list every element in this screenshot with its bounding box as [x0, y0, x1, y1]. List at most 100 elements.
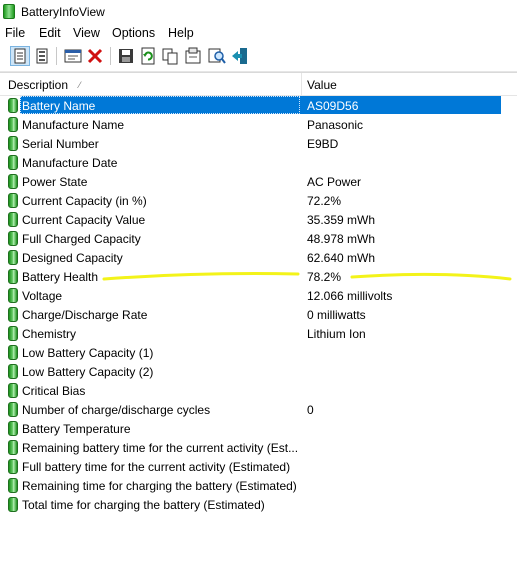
battery-icon	[8, 136, 18, 151]
menu-help[interactable]: Help	[168, 26, 194, 40]
list-row[interactable]: Serial Number E9BD	[0, 134, 517, 153]
row-description: Low Battery Capacity (2)	[22, 365, 154, 379]
row-description: Critical Bias	[22, 384, 86, 398]
list-row[interactable]: Manufacture Date	[0, 153, 517, 172]
battery-icon	[8, 212, 18, 227]
row-description: Charge/Discharge Rate	[22, 308, 148, 322]
list-row[interactable]: Voltage 12.066 millivolts	[0, 286, 517, 305]
list-row[interactable]: Power State AC Power	[0, 172, 517, 191]
refresh-icon	[141, 47, 155, 65]
toolbar-separator	[110, 47, 111, 65]
options-icon	[185, 47, 201, 64]
list-row[interactable]: Number of charge/discharge cycles 0	[0, 400, 517, 419]
row-value: 35.359 mWh	[307, 213, 376, 227]
options-button[interactable]	[183, 46, 203, 66]
column-header-value[interactable]: Value	[302, 73, 517, 95]
exit-button[interactable]	[230, 46, 250, 66]
list-row[interactable]: Manufacture Name Panasonic	[0, 115, 517, 134]
list-row[interactable]: Remaining time for charging the battery …	[0, 476, 517, 495]
find-icon	[208, 48, 226, 64]
row-description: Battery Name	[22, 99, 96, 113]
list-row[interactable]: Full battery time for the current activi…	[0, 457, 517, 476]
row-description: Battery Temperature	[22, 422, 131, 436]
battery-info-list: Description ⁄ Value Battery Name AS09D56 …	[0, 72, 517, 577]
list-row[interactable]: Critical Bias	[0, 381, 517, 400]
menu-options[interactable]: Options	[112, 26, 155, 40]
list-row[interactable]: Current Capacity (in %) 72.2%	[0, 191, 517, 210]
row-value: Panasonic	[307, 118, 364, 132]
menu-file[interactable]: File	[5, 26, 25, 40]
delete-button[interactable]	[85, 46, 105, 66]
battery-icon	[8, 440, 18, 455]
delete-icon	[87, 48, 103, 64]
row-value: E9BD	[307, 137, 339, 151]
battery-icon	[8, 117, 18, 132]
row-value: AS09D56	[307, 99, 359, 113]
list-row[interactable]: Total time for charging the battery (Est…	[0, 495, 517, 514]
battery-icon	[8, 231, 18, 246]
row-description: Battery Health	[22, 270, 99, 284]
row-description: Remaining time for charging the battery …	[22, 479, 297, 493]
row-value: AC Power	[307, 175, 362, 189]
battery-icon	[8, 402, 18, 417]
list-row[interactable]: Current Capacity Value 35.359 mWh	[0, 210, 517, 229]
list-row[interactable]: Battery Name AS09D56	[0, 96, 517, 115]
menu-view[interactable]: View	[73, 26, 100, 40]
row-description: Chemistry	[22, 327, 77, 341]
list-row[interactable]: Low Battery Capacity (2)	[0, 362, 517, 381]
battery-icon	[8, 155, 18, 170]
battery-icon	[8, 326, 18, 341]
window-title: BatteryInfoView	[21, 5, 105, 19]
list-row[interactable]: Battery Temperature	[0, 419, 517, 438]
row-value: 12.066 millivolts	[307, 289, 393, 303]
battery-icon	[8, 364, 18, 379]
list-row[interactable]: Charge/Discharge Rate 0 milliwatts	[0, 305, 517, 324]
list-row[interactable]: Battery Health 78.2%	[0, 267, 517, 286]
row-value: 72.2%	[307, 194, 342, 208]
exit-icon	[232, 48, 247, 64]
app-battery-icon	[3, 4, 15, 19]
row-description: Manufacture Name	[22, 118, 125, 132]
save-icon	[119, 49, 133, 63]
view-details-button[interactable]	[10, 46, 30, 66]
list-row[interactable]: Full Charged Capacity 48.978 mWh	[0, 229, 517, 248]
row-description: Designed Capacity	[22, 251, 123, 265]
battery-icon	[8, 383, 18, 398]
row-value: 62.640 mWh	[307, 251, 376, 265]
row-description: Full battery time for the current activi…	[22, 460, 291, 474]
column-header-description[interactable]: Description ⁄	[0, 73, 302, 95]
toolbar-separator	[56, 47, 57, 65]
row-description: Serial Number	[22, 137, 99, 151]
row-value: 0 milliwatts	[307, 308, 366, 322]
find-button[interactable]	[207, 46, 227, 66]
list-row[interactable]: Chemistry Lithium Ion	[0, 324, 517, 343]
battery-icon	[8, 193, 18, 208]
list-header: Description ⁄ Value	[0, 73, 517, 96]
menu-edit[interactable]: Edit	[39, 26, 61, 40]
row-value: 78.2%	[307, 270, 342, 284]
properties-icon	[64, 49, 82, 63]
list-row[interactable]: Designed Capacity 62.640 mWh	[0, 248, 517, 267]
row-value: Lithium Ion	[307, 327, 366, 341]
battery-icon	[8, 421, 18, 436]
view-report-button[interactable]	[32, 46, 52, 66]
view-details-icon	[14, 48, 26, 64]
list-row[interactable]: Low Battery Capacity (1)	[0, 343, 517, 362]
properties-button[interactable]	[63, 46, 83, 66]
row-description: Low Battery Capacity (1)	[22, 346, 154, 360]
refresh-button[interactable]	[138, 46, 158, 66]
copy-button[interactable]	[160, 46, 180, 66]
row-description: Current Capacity (in %)	[22, 194, 147, 208]
row-description: Power State	[22, 175, 88, 189]
copy-icon	[162, 48, 178, 65]
save-button[interactable]	[116, 46, 136, 66]
row-value: 48.978 mWh	[307, 232, 376, 246]
battery-icon	[8, 288, 18, 303]
battery-icon	[8, 98, 18, 113]
row-description: Current Capacity Value	[22, 213, 146, 227]
list-row[interactable]: Remaining battery time for the current a…	[0, 438, 517, 457]
battery-icon	[8, 250, 18, 265]
row-description: Full Charged Capacity	[22, 232, 141, 246]
title-bar: BatteryInfoView	[0, 0, 517, 24]
battery-icon	[8, 307, 18, 322]
